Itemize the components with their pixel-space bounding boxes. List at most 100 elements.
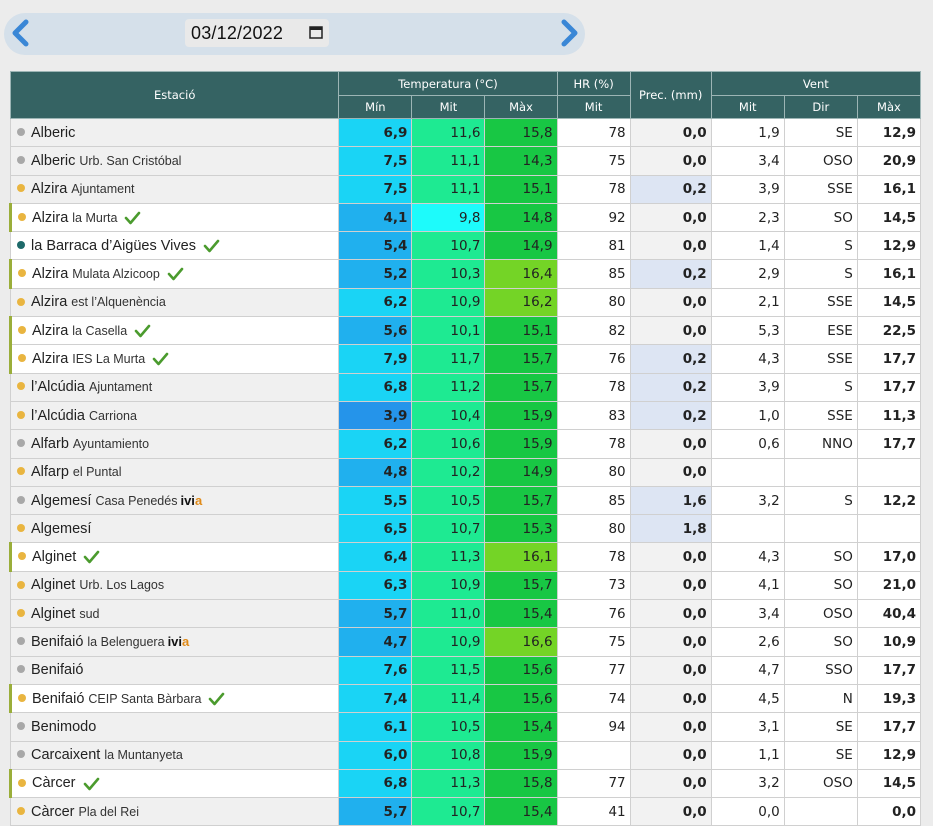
temp-mit-cell: 10,1 [411, 316, 486, 346]
station-cell[interactable]: Càrcer Pla del Rei [9, 797, 340, 826]
station-name: Alzira [31, 294, 68, 311]
table-row[interactable]: la Barraca d’Aigües Vives 5,4 10,7 14,9 81 0,… [9, 231, 922, 261]
station-cell[interactable]: Alzira la Murta [8, 202, 340, 233]
chevron-right-icon[interactable] [554, 17, 584, 49]
station-cell[interactable]: Carcaixent la Muntanyeta [9, 740, 340, 770]
table-row[interactable]: Benimodo 6,1 10,5 15,4 94 0,0 3,1 SE 17,7 [9, 712, 922, 742]
table-row[interactable]: Alzira est l’Alquenència 6,2 10,9 16,2 80 0,0 2… [9, 287, 922, 318]
station-status-dot [17, 665, 25, 674]
station-cell[interactable]: Benifaió CEIP Santa Bàrbara [8, 683, 340, 714]
check-icon [209, 692, 225, 706]
table-row[interactable]: l’Alcúdia Carriona 3,9 10,4 15,9 83 0,2 1,0 SSE 1… [9, 400, 922, 431]
header-wind-max[interactable]: Màx [856, 95, 922, 119]
header-hr-mit[interactable]: Mit [556, 95, 631, 119]
table-row[interactable]: Alberic Urb. San Cristóbal 7,5 11,1 14,3 75 0,… [9, 146, 922, 176]
station-name: Benifaió [31, 633, 84, 650]
header-wind[interactable]: Vent [710, 71, 922, 96]
table-row[interactable]: Càrcer 6,8 11,3 15,8 77 0,0 3,2 OSO 14,5 [8, 768, 922, 799]
wind-dir-cell: S [783, 485, 858, 516]
station-cell[interactable]: Alberic [9, 117, 340, 148]
date-input[interactable]: 03/12/2022 [185, 19, 329, 47]
station-cell[interactable]: Alzira Mulata Alzicoop [8, 259, 340, 289]
table-row[interactable]: Alzira Ajuntament 7,5 11,1 15,1 78 0,2 3,9 SSE 16… [9, 174, 922, 204]
table-row[interactable]: Alginet Urb. Los Lagos 6,3 10,9 15,7 73 0,0 4,1… [9, 570, 922, 601]
table-row[interactable]: Carcaixent la Muntanyeta 6,0 10,8 15,9 0,0 1,1… [9, 740, 922, 770]
temp-max-cell: 15,4 [484, 599, 558, 629]
header-temp-max[interactable]: Màx [484, 95, 558, 119]
station-status-dot [18, 693, 26, 702]
header-humidity[interactable]: HR (%) [556, 71, 631, 96]
table-row[interactable]: Alginet 6,4 11,3 16,1 78 0,0 4,3 SO 17,0 [8, 542, 922, 572]
table-row[interactable]: Alfarp el Puntal 4,8 10,2 14,9 80 0,0 [9, 457, 922, 487]
table-row[interactable]: Benifaió la Belenguera ivia 4,7 10,9 16,6 75 0,… [9, 627, 922, 657]
precipitation-cell: 0,2 [629, 372, 712, 402]
chevron-left-icon[interactable] [6, 17, 36, 49]
station-cell[interactable]: Alginet Urb. Los Lagos [9, 570, 340, 601]
header-temperature[interactable]: Temperatura (°C) [338, 71, 558, 96]
header-temp-mit[interactable]: Mit [411, 95, 486, 119]
station-cell[interactable]: Benifaió la Belenguera ivia [9, 627, 340, 657]
wind-mit-cell: 3,1 [710, 712, 785, 742]
table-row[interactable]: Alfarb Ayuntamiento 6,2 10,6 15,9 78 0,0 0,6 NNO… [9, 429, 922, 459]
table-row[interactable]: Benifaió 7,6 11,5 15,6 77 0,0 4,7 SSO 17,7 [9, 655, 922, 685]
station-cell[interactable]: Benimodo [9, 712, 340, 742]
precipitation-cell: 0,0 [629, 768, 712, 799]
wind-max-cell: 17,0 [856, 542, 922, 572]
header-wind-mit[interactable]: Mit [710, 95, 785, 119]
temp-max-cell: 15,7 [484, 344, 558, 374]
table-row[interactable]: Alzira la Casella 5,6 10,1 15,1 82 0,0 5,3 ESE 22… [8, 316, 922, 346]
station-sublocation: sud [79, 606, 100, 621]
table-row[interactable]: l’Alcúdia Ajuntament 6,8 11,2 15,7 78 0,2 3,9 S 1… [9, 372, 922, 402]
station-cell[interactable]: Alginet sud [9, 599, 340, 629]
header-station[interactable]: Estació [9, 71, 340, 119]
temp-min-cell: 3,9 [338, 400, 413, 431]
station-cell[interactable]: Alfarb Ayuntamiento [9, 429, 340, 459]
table-row[interactable]: Benifaió CEIP Santa Bàrbara 7,4 11,4 15,6 74 0… [8, 683, 922, 714]
wind-max-cell: 12,9 [856, 740, 922, 770]
station-cell[interactable]: Alberic Urb. San Cristóbal [9, 146, 340, 176]
temp-mit-cell: 11,6 [411, 117, 486, 148]
station-cell[interactable]: Alginet [8, 542, 340, 572]
table-row[interactable]: Alzira la Murta 4,1 9,8 14,8 92 0,0 2,3 SO 14,5 [8, 202, 922, 233]
station-cell[interactable]: Càrcer [8, 768, 340, 799]
station-cell[interactable]: Alfarp el Puntal [9, 457, 340, 487]
station-cell[interactable]: la Barraca d’Aigües Vives [9, 231, 340, 261]
wind-max-cell: 20,9 [856, 146, 922, 176]
calendar-icon[interactable] [309, 25, 323, 39]
station-sublocation: la Murta [72, 210, 118, 225]
station-cell[interactable]: Alzira la Casella [8, 316, 340, 346]
station-name: Alzira [32, 351, 69, 368]
wind-max-cell: 12,9 [856, 231, 922, 261]
station-cell[interactable]: Algemesí Casa Penedés ivia [9, 485, 340, 516]
station-cell[interactable]: Benifaió [9, 655, 340, 685]
table-row[interactable]: Algemesí 6,5 10,7 15,3 80 1,8 [9, 514, 922, 544]
humidity-cell: 78 [556, 542, 631, 572]
temp-max-cell: 16,2 [484, 287, 558, 318]
header-wind-dir[interactable]: Dir [783, 95, 858, 119]
table-row[interactable]: Alzira Mulata Alzicoop 5,2 10,3 16,4 85 0,2 2,9… [8, 259, 922, 289]
temp-max-cell: 15,8 [484, 768, 558, 799]
header-precipitation[interactable]: Prec. (mm) [629, 71, 712, 119]
wind-mit-cell: 1,1 [710, 740, 785, 770]
temp-max-cell: 15,9 [484, 429, 558, 459]
header-temp-min[interactable]: Mín [338, 95, 413, 119]
table-row[interactable]: Alberic 6,9 11,6 15,8 78 0,0 1,9 SE 12,9 [9, 117, 922, 148]
wind-max-cell: 14,5 [856, 202, 922, 233]
precipitation-cell: 0,2 [629, 400, 712, 431]
station-cell[interactable]: l’Alcúdia Ajuntament [9, 372, 340, 402]
station-cell[interactable]: Alzira IES La Murta [8, 344, 340, 374]
station-cell[interactable]: l’Alcúdia Carriona [9, 400, 340, 431]
station-status-dot [17, 608, 25, 617]
station-cell[interactable]: Alzira Ajuntament [9, 174, 340, 204]
station-cell[interactable]: Alzira est l’Alquenència [9, 287, 340, 318]
temp-max-cell: 15,7 [484, 485, 558, 516]
temp-min-cell: 6,8 [338, 372, 413, 402]
table-row[interactable]: Càrcer Pla del Rei 5,7 10,7 15,4 41 0,0 0,0 0,0 [9, 797, 922, 826]
table-row[interactable]: Alginet sud 5,7 11,0 15,4 76 0,0 3,4 OSO 40,4 [9, 599, 922, 629]
humidity-cell: 78 [556, 117, 631, 148]
table-row[interactable]: Alzira IES La Murta 7,9 11,7 15,7 76 0,2 4,3 SSE… [8, 344, 922, 374]
station-cell[interactable]: Algemesí [9, 514, 340, 544]
temp-mit-cell: 10,4 [411, 400, 486, 431]
station-name: Alginet [31, 605, 76, 622]
table-row[interactable]: Algemesí Casa Penedés ivia 5,5 10,5 15,7 85 1,6… [9, 485, 922, 516]
